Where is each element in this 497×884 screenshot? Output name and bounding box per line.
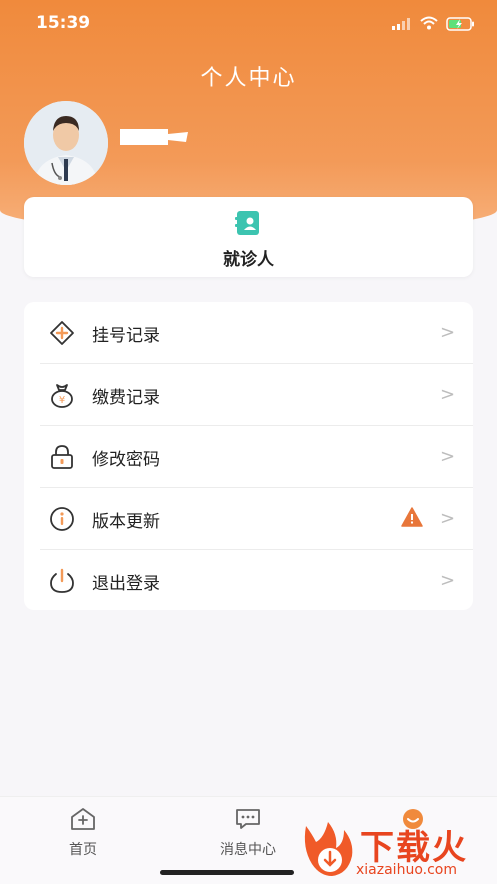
menu-item-register-records[interactable]: 挂号记录 > (40, 302, 473, 364)
signal-icon (392, 18, 410, 30)
home-icon (71, 808, 95, 830)
lock-icon (51, 445, 73, 469)
chevron-right-icon: > (440, 322, 456, 343)
page-title: 个人中心 (200, 66, 297, 91)
menu-item-label: 缴费记录 (92, 388, 160, 408)
chevron-right-icon: > (440, 570, 456, 591)
menu-item-label: 退出登录 (92, 574, 160, 594)
menu-item-label: 挂号记录 (92, 326, 160, 346)
watermark: 下载火 xiazaihuo.com (298, 818, 497, 883)
chevron-right-icon: > (440, 384, 456, 405)
menu-item-label: 修改密码 (92, 450, 160, 470)
doctor-avatar-icon (24, 101, 108, 185)
warning-icon (401, 507, 423, 527)
menu-item-version-update[interactable]: 版本更新 > (40, 488, 473, 550)
patient-card-icon (235, 211, 259, 235)
menu-item-logout[interactable]: 退出登录 > (40, 550, 473, 611)
menu-item-change-password[interactable]: 修改密码 > (40, 426, 473, 488)
chevron-right-icon: > (440, 508, 456, 529)
username-redacted (120, 129, 188, 145)
tab-home[interactable]: 首页 (23, 807, 143, 859)
svg-text:¥: ¥ (59, 395, 65, 406)
wifi-icon (420, 16, 438, 30)
tab-label: 首页 (69, 842, 97, 858)
tab-label: 消息中心 (220, 842, 276, 858)
info-icon (50, 507, 74, 531)
battery-icon (446, 17, 474, 31)
payment-bag-icon: ¥ (51, 384, 73, 408)
menu-item-label: 版本更新 (92, 512, 160, 532)
home-indicator (160, 870, 294, 875)
register-icon (50, 321, 74, 345)
watermark-url: xiazaihuo.com (356, 862, 457, 878)
chevron-right-icon: > (440, 446, 456, 467)
tab-messages[interactable]: 消息中心 (188, 807, 308, 859)
message-icon (236, 809, 260, 829)
profile-header: 15:39 个人中心 (0, 0, 497, 230)
flame-logo-icon (304, 822, 353, 876)
visit-person-card[interactable]: 就诊人 (24, 197, 473, 277)
status-bar: 15:39 (0, 10, 497, 38)
power-icon (50, 568, 74, 593)
menu-list: 挂号记录 > ¥ 缴费记录 > 修改密码 > 版本更新 > 退出登录 > (24, 302, 473, 610)
status-time: 15:39 (36, 13, 91, 33)
visit-person-label: 就诊人 (223, 250, 274, 270)
menu-item-payment-records[interactable]: ¥ 缴费记录 > (40, 364, 473, 426)
avatar[interactable] (24, 101, 108, 185)
